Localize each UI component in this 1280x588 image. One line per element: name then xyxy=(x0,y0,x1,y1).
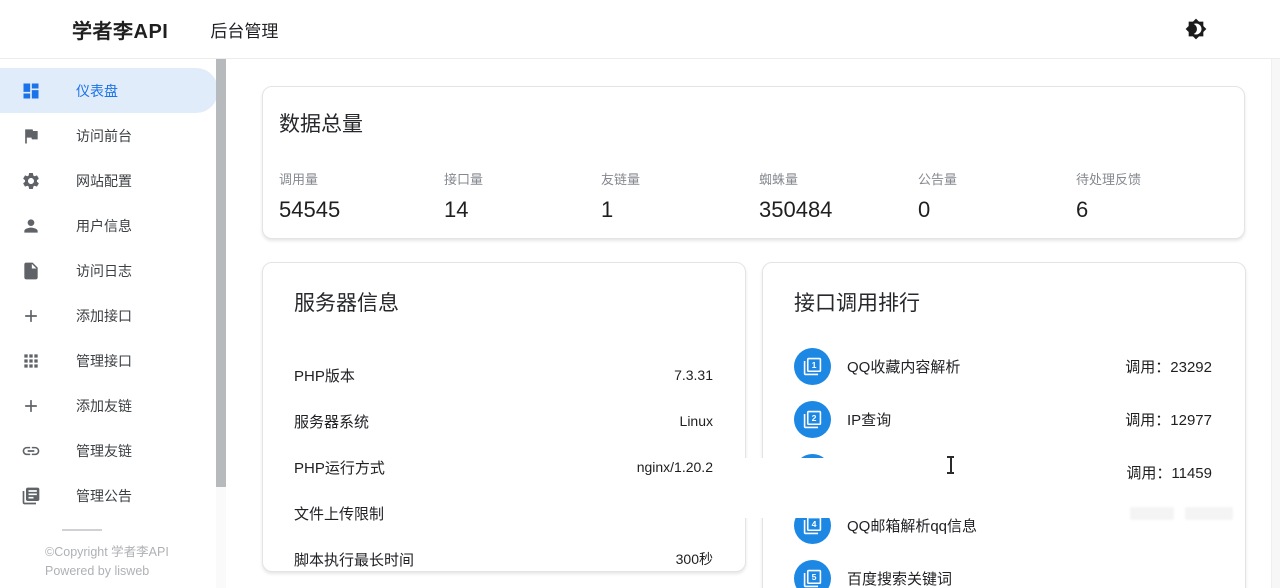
top-app-bar: 学者李API 后台管理 xyxy=(0,0,1280,59)
sidebar-item-label: 用户信息 xyxy=(76,216,132,236)
sidebar-footer: ©Copyright 学者李API Powered by lisweb xyxy=(0,529,216,581)
footer-divider xyxy=(62,529,102,531)
app-title: 学者李API xyxy=(72,15,168,44)
page-title: 后台管理 xyxy=(210,17,278,42)
server-row-upload-limit: 文件上传限制 xyxy=(294,490,713,536)
dashboard-icon xyxy=(19,79,43,103)
copyright-text: ©Copyright 学者李API xyxy=(45,543,216,562)
sidebar-item-label: 访问前台 xyxy=(76,126,132,146)
theme-toggle-button[interactable] xyxy=(1176,9,1216,49)
rank-row-1: 1 QQ收藏内容解析 调用：23292 xyxy=(794,340,1212,393)
text-cursor-ibeam xyxy=(946,456,955,474)
stats-card-title: 数据总量 xyxy=(279,108,1228,138)
svg-text:4: 4 xyxy=(812,519,817,529)
svg-text:2: 2 xyxy=(812,413,817,423)
flag-icon xyxy=(19,124,43,148)
filter-5-icon: 5 xyxy=(794,560,831,588)
filter-1-icon: 1 xyxy=(794,348,831,385)
svg-text:1: 1 xyxy=(812,360,817,370)
kebab-menu-button[interactable] xyxy=(1230,9,1270,49)
sidebar-item-manage-friendlink[interactable]: 管理友链 xyxy=(0,428,218,473)
filter-2-icon: 2 xyxy=(794,401,831,438)
sidebar-item-label: 仪表盘 xyxy=(76,81,118,101)
svg-text:5: 5 xyxy=(812,572,817,582)
sidebar-item-label: 管理接口 xyxy=(76,351,132,371)
sidebar-scrollbar-track[interactable] xyxy=(216,59,226,588)
stat-pending-feedback: 待处理反馈 6 xyxy=(1076,169,1228,223)
sidebar-item-visit-frontend[interactable]: 访问前台 xyxy=(0,113,218,158)
server-info-card: 服务器信息 PHP版本 7.3.31 服务器系统 Linux PHP运行方式 n… xyxy=(262,262,746,572)
apps-grid-icon xyxy=(19,349,43,373)
link-icon xyxy=(19,439,43,463)
pages-icon xyxy=(19,484,43,508)
rank-row-2: 2 IP查询 调用：12977 xyxy=(794,393,1212,446)
sidebar-item-manage-announcement[interactable]: 管理公告 xyxy=(0,473,218,518)
ghost-text-smudge xyxy=(1185,507,1233,520)
sidebar: 仪表盘 访问前台 网站配置 用户信息 访问日志 xyxy=(0,59,229,588)
file-icon xyxy=(19,259,43,283)
plus-icon xyxy=(19,394,43,418)
sidebar-item-label: 网站配置 xyxy=(76,171,132,191)
sidebar-item-manage-api[interactable]: 管理接口 xyxy=(0,338,218,383)
sidebar-item-add-friendlink[interactable]: 添加友链 xyxy=(0,383,218,428)
sidebar-scrollbar-thumb[interactable] xyxy=(216,59,226,487)
rank-card-title: 接口调用排行 xyxy=(794,287,1212,317)
gear-icon xyxy=(19,169,43,193)
sidebar-item-dashboard[interactable]: 仪表盘 xyxy=(0,68,218,113)
sidebar-item-add-api[interactable]: 添加接口 xyxy=(0,293,218,338)
server-row-php-sapi: PHP运行方式 nginx/1.20.2 xyxy=(294,444,713,490)
stat-api-count: 接口量 14 xyxy=(444,169,601,223)
stats-row: 调用量 54545 接口量 14 友链量 1 蜘蛛量 350484 公告量 0 … xyxy=(279,169,1228,223)
hamburger-menu-icon[interactable] xyxy=(8,9,48,49)
brightness-icon xyxy=(1185,18,1207,40)
page-scrollbar-track[interactable] xyxy=(1271,59,1280,588)
server-row-os: 服务器系统 Linux xyxy=(294,398,713,444)
sidebar-item-user-info[interactable]: 用户信息 xyxy=(0,203,218,248)
stat-announcement-count: 公告量 0 xyxy=(918,169,1076,223)
plus-icon xyxy=(19,304,43,328)
sidebar-item-label: 管理公告 xyxy=(76,486,132,506)
ghost-text-smudge xyxy=(1130,507,1174,520)
powered-by-text: Powered by lisweb xyxy=(45,562,216,581)
server-row-php-version: PHP版本 7.3.31 xyxy=(294,352,713,398)
stat-spider-count: 蜘蛛量 350484 xyxy=(759,169,918,223)
server-row-max-exec-time: 脚本执行最长时间 300秒 xyxy=(294,536,713,582)
server-card-title: 服务器信息 xyxy=(294,287,713,317)
white-overlay-box xyxy=(728,458,1103,518)
sidebar-item-access-log[interactable]: 访问日志 xyxy=(0,248,218,293)
stat-call-count: 调用量 54545 xyxy=(279,169,444,223)
sidebar-item-label: 添加接口 xyxy=(76,306,132,326)
person-icon xyxy=(19,214,43,238)
stat-friendlink-count: 友链量 1 xyxy=(601,169,759,223)
sidebar-item-label: 管理友链 xyxy=(76,441,132,461)
stats-card: 数据总量 调用量 54545 接口量 14 友链量 1 蜘蛛量 350484 公… xyxy=(262,86,1245,239)
sidebar-item-site-config[interactable]: 网站配置 xyxy=(0,158,218,203)
sidebar-item-label: 访问日志 xyxy=(76,261,132,281)
sidebar-item-label: 添加友链 xyxy=(76,396,132,416)
